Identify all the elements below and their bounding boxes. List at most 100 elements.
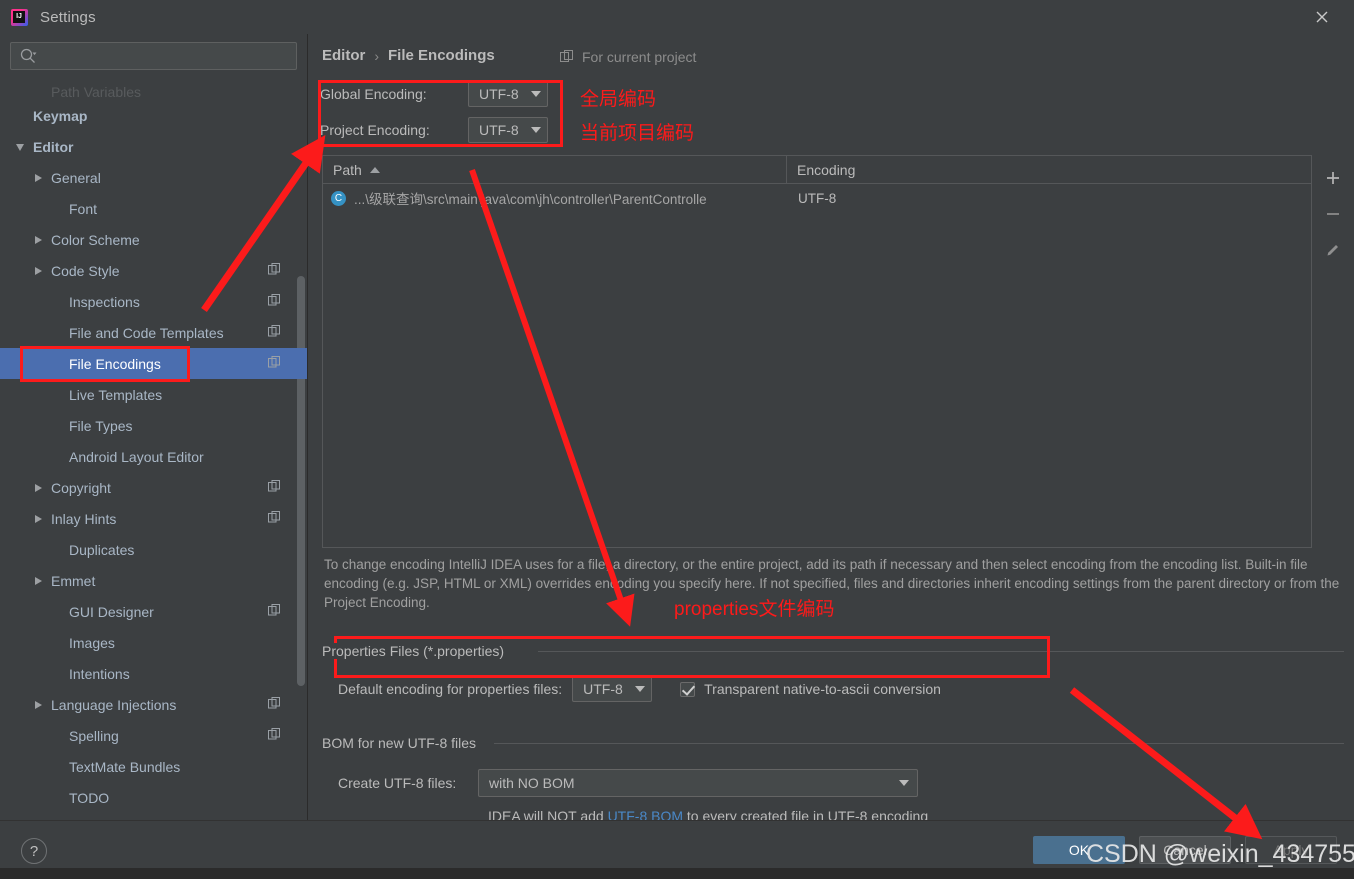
file-encodings-panel: Editor › File Encodings For current proj… [308,34,1354,824]
sidebar-item-label: Spelling [69,727,119,744]
sidebar-item-font[interactable]: Font [0,193,307,224]
transparent-conversion-checkbox[interactable] [680,681,696,697]
sidebar-item-path-variables[interactable]: Path Variables [0,78,307,100]
sort-ascending-icon [369,166,380,173]
apply-button[interactable]: Apply [1245,836,1337,864]
sidebar-item-spelling[interactable]: Spelling [0,720,307,751]
copy-settings-icon [268,263,281,276]
search-box[interactable] [10,42,297,70]
column-header-path-label: Path [333,161,362,178]
chevron-right-icon[interactable] [32,512,46,526]
table-toolbar [1312,155,1354,548]
chevron-down-icon[interactable] [14,140,28,154]
sidebar-item-inspections[interactable]: Inspections [0,286,307,317]
chevron-right-icon[interactable] [32,171,46,185]
sidebar-item-label: Path Variables [51,84,142,100]
sidebar-item-color-scheme[interactable]: Color Scheme [0,224,307,255]
search-icon [20,48,37,63]
global-encoding-select[interactable]: UTF-8 [468,81,548,107]
sidebar-item-label: Color Scheme [51,231,140,248]
breadcrumb-parent[interactable]: Editor [322,47,365,64]
properties-encoding-row: Default encoding for properties files: U… [338,676,941,702]
sidebar-item-inlay-hints[interactable]: Inlay Hints [0,503,307,534]
properties-group-title: Properties Files (*.properties) [322,643,513,659]
project-encoding-row: Project Encoding: UTF-8 [320,112,548,148]
sidebar-item-gui-designer[interactable]: GUI Designer [0,596,307,627]
sidebar-item-label: Code Style [51,262,120,279]
sidebar-item-file-types[interactable]: File Types [0,410,307,441]
sidebar-item-copyright[interactable]: Copyright [0,472,307,503]
sidebar-item-label: Live Templates [69,386,163,403]
encodings-table: Path Encoding C ...\级联查询\src\main\java\c… [322,155,1312,548]
sidebar-item-android-layout-editor[interactable]: Android Layout Editor [0,441,307,472]
edit-path-button[interactable] [1318,235,1348,265]
table-cell-encoding: UTF-8 [798,190,837,206]
sidebar-item-images[interactable]: Images [0,627,307,658]
sidebar-item-emmet[interactable]: Emmet [0,565,307,596]
copy-settings-icon [268,294,281,307]
sidebar-item-textmate-bundles[interactable]: TextMate Bundles [0,751,307,782]
sidebar-item-label: Language Injections [51,696,177,713]
settings-sidebar: Path Variables Keymap Editor General Font Col… [0,34,308,820]
settings-tree: Path Variables Keymap Editor General Font Col… [0,78,307,820]
settings-dialog: IJ Settings Path Variables Keymap Editor Ge… [0,0,1354,879]
close-icon[interactable] [1300,4,1344,30]
sidebar-item-label: GUI Designer [69,603,154,620]
sidebar-item-label: TODO [69,789,110,806]
for-current-project-label: For current project [582,49,697,65]
help-button[interactable]: ? [21,838,47,864]
sidebar-item-live-templates[interactable]: Live Templates [0,379,307,410]
sidebar-item-intentions[interactable]: Intentions [0,658,307,689]
title-bar: IJ Settings [0,0,1354,34]
sidebar-item-code-style[interactable]: Code Style [0,255,307,286]
sidebar-item-keymap[interactable]: Keymap [0,100,307,131]
chevron-down-icon [531,91,541,97]
sidebar-item-editor[interactable]: Editor [0,131,307,162]
sidebar-item-general[interactable]: General [0,162,307,193]
remove-path-button[interactable] [1318,199,1348,229]
default-properties-encoding-select[interactable]: UTF-8 [572,676,653,702]
default-encoding-label: Default encoding for properties files: [338,681,563,697]
create-utf8-row: Create UTF-8 files: with NO BOM [338,769,918,797]
copy-settings-icon [268,325,281,338]
cancel-button[interactable]: Cancel [1139,836,1231,864]
sidebar-item-file-encodings[interactable]: File Encodings [0,348,307,379]
breadcrumb: Editor › File Encodings [322,47,495,64]
sidebar-item-label: Keymap [33,107,88,124]
plus-icon [1327,172,1339,184]
properties-group-divider [538,651,1344,652]
create-utf8-select[interactable]: with NO BOM [478,769,918,797]
add-path-button[interactable] [1318,163,1348,193]
project-encoding-value: UTF-8 [479,122,519,138]
sidebar-item-todo[interactable]: TODO [0,782,307,813]
chevron-down-icon [531,127,541,133]
sidebar-item-label: File Encodings [69,355,161,372]
ok-button[interactable]: OK [1033,836,1125,864]
sidebar-item-language-injections[interactable]: Language Injections [0,689,307,720]
project-encoding-label: Project Encoding: [320,122,430,138]
project-encoding-select[interactable]: UTF-8 [468,117,548,143]
breadcrumb-separator: › [374,47,380,64]
intellij-idea-icon: IJ [11,8,28,26]
column-header-encoding[interactable]: Encoding [787,156,1311,183]
sidebar-item-file-and-code-templates[interactable]: File and Code Templates [0,317,307,348]
encodings-description: To change encoding IntelliJ IDEA uses fo… [324,557,1340,610]
chevron-right-icon[interactable] [32,574,46,588]
column-header-path[interactable]: Path [323,156,787,183]
chevron-right-icon[interactable] [32,698,46,712]
sidebar-item-duplicates[interactable]: Duplicates [0,534,307,565]
sidebar-item-label: Intentions [69,665,130,682]
chevron-right-icon[interactable] [32,264,46,278]
for-current-project[interactable]: For current project [560,49,696,65]
table-row[interactable]: C ...\级联查询\src\main\java\com\jh\controll… [323,184,1311,212]
chevron-right-icon[interactable] [32,481,46,495]
sidebar-item-label: TextMate Bundles [69,758,181,775]
chevron-right-icon[interactable] [32,233,46,247]
copy-settings-icon [268,697,281,710]
search-input[interactable] [37,48,296,64]
bottom-edge-strip [0,868,1354,879]
